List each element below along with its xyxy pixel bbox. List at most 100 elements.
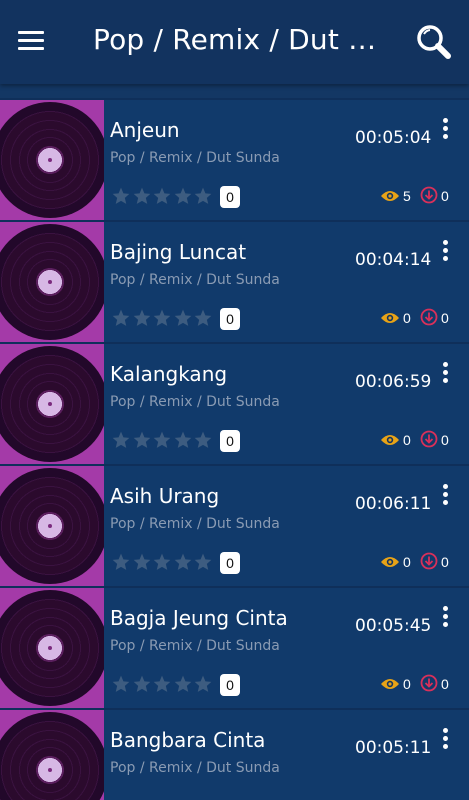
song-genre: Pop / Remix / Dut Sunda — [110, 516, 280, 532]
song-genre: Pop / Remix / Dut Sunda — [110, 760, 280, 776]
star-icon[interactable] — [193, 429, 213, 451]
star-icon[interactable] — [193, 551, 213, 573]
star-icon[interactable] — [152, 307, 172, 329]
star-icon[interactable] — [152, 551, 172, 573]
more-vert-icon — [438, 728, 452, 749]
views-count: 5 — [403, 188, 411, 204]
star-icon[interactable] — [132, 185, 152, 207]
star-icon[interactable] — [173, 551, 193, 573]
vinyl-thumbnail — [0, 588, 104, 708]
downloads-count: 0 — [441, 188, 449, 204]
vinyl-record-icon — [0, 590, 104, 706]
more-options-button[interactable] — [438, 482, 452, 508]
download-icon — [420, 308, 438, 326]
rating-stars[interactable] — [111, 673, 214, 697]
song-duration: 00:04:14 — [355, 250, 432, 270]
song-list-item[interactable]: Bangbara Cinta Pop / Remix / Dut Sunda 0… — [0, 710, 469, 800]
rating-stars[interactable] — [111, 185, 214, 209]
vinyl-thumbnail — [0, 710, 104, 800]
star-icon[interactable] — [152, 429, 172, 451]
star-icon[interactable] — [152, 185, 172, 207]
downloads-count: 0 — [441, 676, 449, 692]
song-list-item[interactable]: Bajing Luncat Pop / Remix / Dut Sunda 00… — [0, 222, 469, 342]
downloads-count: 0 — [441, 310, 449, 326]
views-count: 0 — [403, 432, 411, 448]
song-title: Bangbara Cinta — [110, 728, 266, 752]
more-options-button[interactable] — [438, 116, 452, 142]
song-duration: 00:05:11 — [355, 738, 432, 758]
more-options-button[interactable] — [438, 726, 452, 752]
star-icon[interactable] — [132, 429, 152, 451]
star-icon[interactable] — [111, 551, 131, 573]
star-icon[interactable] — [111, 185, 131, 207]
downloads-count: 0 — [441, 432, 449, 448]
views-count: 0 — [403, 310, 411, 326]
app-bar: Pop / Remix / Dut Sunda — [0, 0, 469, 84]
rating-stars[interactable] — [111, 551, 214, 575]
song-duration: 00:06:59 — [355, 372, 432, 392]
download-icon — [420, 186, 438, 204]
views-count: 0 — [403, 554, 411, 570]
vinyl-thumbnail — [0, 222, 104, 342]
star-icon[interactable] — [111, 673, 131, 695]
more-vert-icon — [438, 362, 452, 383]
song-duration: 00:05:04 — [355, 128, 432, 148]
song-title: Asih Urang — [110, 484, 220, 508]
star-icon[interactable] — [152, 673, 172, 695]
song-title: Anjeun — [110, 118, 180, 142]
song-list-item[interactable]: Bagja Jeung Cinta Pop / Remix / Dut Sund… — [0, 588, 469, 708]
vinyl-record-icon — [0, 468, 104, 584]
rating-count-badge: 0 — [220, 552, 240, 574]
star-icon[interactable] — [193, 185, 213, 207]
vinyl-record-icon — [0, 346, 104, 462]
download-icon — [420, 430, 438, 448]
search-icon — [417, 25, 451, 59]
star-icon[interactable] — [132, 673, 152, 695]
more-vert-icon — [438, 606, 452, 627]
eye-icon — [381, 435, 399, 445]
star-icon[interactable] — [193, 307, 213, 329]
vinyl-thumbnail — [0, 466, 104, 586]
star-icon[interactable] — [173, 185, 193, 207]
star-icon[interactable] — [173, 307, 193, 329]
rating-count-badge: 0 — [220, 674, 240, 696]
song-genre: Pop / Remix / Dut Sunda — [110, 272, 280, 288]
rating-count-badge: 0 — [220, 186, 240, 208]
more-options-button[interactable] — [438, 604, 452, 630]
song-duration: 00:05:45 — [355, 616, 432, 636]
rating-stars[interactable] — [111, 307, 214, 331]
vinyl-thumbnail — [0, 344, 104, 464]
star-icon[interactable] — [173, 673, 193, 695]
star-icon[interactable] — [111, 307, 131, 329]
song-list-item[interactable]: Kalangkang Pop / Remix / Dut Sunda 00:06… — [0, 344, 469, 464]
eye-icon — [381, 557, 399, 567]
star-icon[interactable] — [173, 429, 193, 451]
page-title: Pop / Remix / Dut Sunda — [93, 23, 393, 56]
song-genre: Pop / Remix / Dut Sunda — [110, 394, 280, 410]
rating-count-badge: 0 — [220, 430, 240, 452]
rating-count-badge: 0 — [220, 308, 240, 330]
rating-stars[interactable] — [111, 429, 214, 453]
more-options-button[interactable] — [438, 360, 452, 386]
song-duration: 00:06:11 — [355, 494, 432, 514]
song-title: Bagja Jeung Cinta — [110, 606, 288, 630]
star-icon[interactable] — [132, 551, 152, 573]
song-genre: Pop / Remix / Dut Sunda — [110, 638, 280, 654]
menu-button[interactable] — [18, 26, 52, 60]
song-list-item[interactable]: Anjeun Pop / Remix / Dut Sunda 00:05:04 … — [0, 100, 469, 220]
more-vert-icon — [438, 240, 452, 261]
song-genre: Pop / Remix / Dut Sunda — [110, 150, 280, 166]
search-button[interactable] — [414, 22, 454, 62]
star-icon[interactable] — [193, 673, 213, 695]
eye-icon — [381, 313, 399, 323]
views-count: 0 — [403, 676, 411, 692]
download-icon — [420, 552, 438, 570]
downloads-count: 0 — [441, 554, 449, 570]
vinyl-thumbnail — [0, 100, 104, 220]
eye-icon — [381, 191, 399, 201]
song-list-item[interactable]: Asih Urang Pop / Remix / Dut Sunda 00:06… — [0, 466, 469, 586]
more-options-button[interactable] — [438, 238, 452, 264]
vinyl-record-icon — [0, 102, 104, 218]
star-icon[interactable] — [132, 307, 152, 329]
star-icon[interactable] — [111, 429, 131, 451]
